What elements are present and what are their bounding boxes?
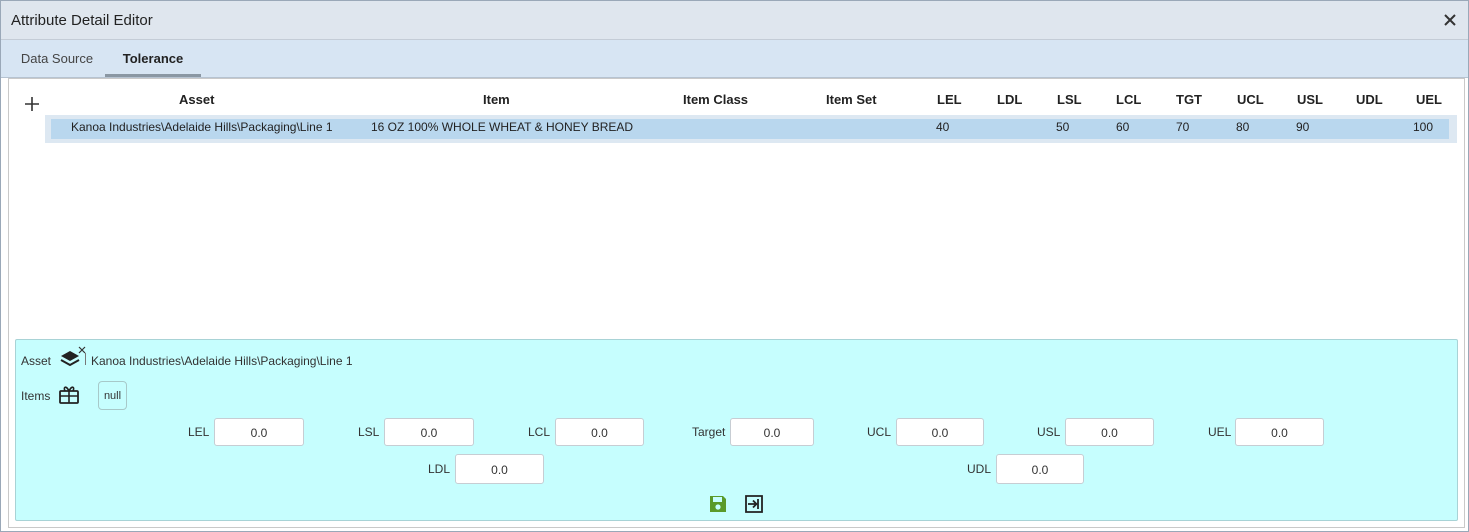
header-item-class[interactable]: Item Class: [683, 92, 748, 107]
header-usl[interactable]: USL: [1297, 92, 1323, 107]
lcl-label: LCL: [528, 425, 551, 439]
target-input[interactable]: 0.0: [730, 418, 814, 446]
asset-separator: [85, 353, 86, 365]
plus-icon[interactable]: [23, 95, 41, 113]
header-tgt[interactable]: TGT: [1176, 92, 1202, 107]
cell-lcl: 60: [1116, 120, 1130, 134]
dialog-title: Attribute Detail Editor: [11, 12, 153, 29]
cell-lel: 40: [936, 120, 950, 134]
uel-input[interactable]: 0.0: [1235, 418, 1324, 446]
header-item-set[interactable]: Item Set: [826, 92, 877, 107]
save-icon[interactable]: [708, 494, 728, 514]
cell-asset: Kanoa Industries\Adelaide Hills\Packagin…: [71, 120, 333, 134]
header-asset[interactable]: Asset: [179, 92, 214, 107]
uel-label: UEL: [1208, 425, 1232, 439]
cell-tgt: 70: [1176, 120, 1190, 134]
cell-usl: 90: [1296, 120, 1310, 134]
items-value-chip[interactable]: null: [98, 381, 127, 410]
header-lsl[interactable]: LSL: [1057, 92, 1082, 107]
ucl-label: UCL: [867, 425, 892, 439]
usl-label: USL: [1037, 425, 1061, 439]
usl-input[interactable]: 0.0: [1065, 418, 1154, 446]
lsl-input[interactable]: 0.0: [384, 418, 474, 446]
items-label: Items: [21, 389, 51, 403]
udl-input[interactable]: 0.0: [996, 454, 1084, 484]
close-icon[interactable]: [1440, 10, 1460, 30]
tab-data-source[interactable]: Data Source: [9, 40, 105, 77]
target-label: Target: [692, 425, 726, 439]
gift-icon[interactable]: [58, 383, 80, 405]
header-udl[interactable]: UDL: [1356, 92, 1383, 107]
tolerance-panel: Asset Item Item Class Item Set LEL LDL L…: [8, 78, 1465, 528]
lsl-label: LSL: [358, 425, 380, 439]
tolerance-edit-form: Asset Kanoa Industries\Adelaide Hills\Pa…: [15, 339, 1458, 521]
attribute-detail-editor-dialog: Attribute Detail Editor Data Source Tole…: [0, 0, 1469, 532]
ldl-label: LDL: [428, 462, 451, 476]
header-lcl[interactable]: LCL: [1116, 92, 1141, 107]
asset-value: Kanoa Industries\Adelaide Hills\Packagin…: [91, 354, 353, 368]
title-bar: Attribute Detail Editor: [1, 1, 1468, 40]
udl-label: UDL: [967, 462, 992, 476]
asset-label: Asset: [21, 354, 52, 368]
exit-icon[interactable]: [744, 494, 764, 514]
header-lel[interactable]: LEL: [937, 92, 962, 107]
lel-label: LEL: [188, 425, 210, 439]
lel-input[interactable]: 0.0: [214, 418, 304, 446]
header-ldl[interactable]: LDL: [997, 92, 1022, 107]
ucl-input[interactable]: 0.0: [896, 418, 984, 446]
ldl-input[interactable]: 0.0: [455, 454, 544, 484]
header-item[interactable]: Item: [483, 92, 510, 107]
cell-item: 16 OZ 100% WHOLE WHEAT & HONEY BREAD: [371, 120, 634, 134]
header-uel[interactable]: UEL: [1416, 92, 1442, 107]
lcl-input[interactable]: 0.0: [555, 418, 644, 446]
cell-uel: 100: [1413, 120, 1434, 134]
tab-bar: Data Source Tolerance: [1, 40, 1468, 78]
tab-tolerance[interactable]: Tolerance: [105, 40, 201, 77]
cell-ucl: 80: [1236, 120, 1250, 134]
header-ucl[interactable]: UCL: [1237, 92, 1264, 107]
cell-lsl: 50: [1056, 120, 1070, 134]
